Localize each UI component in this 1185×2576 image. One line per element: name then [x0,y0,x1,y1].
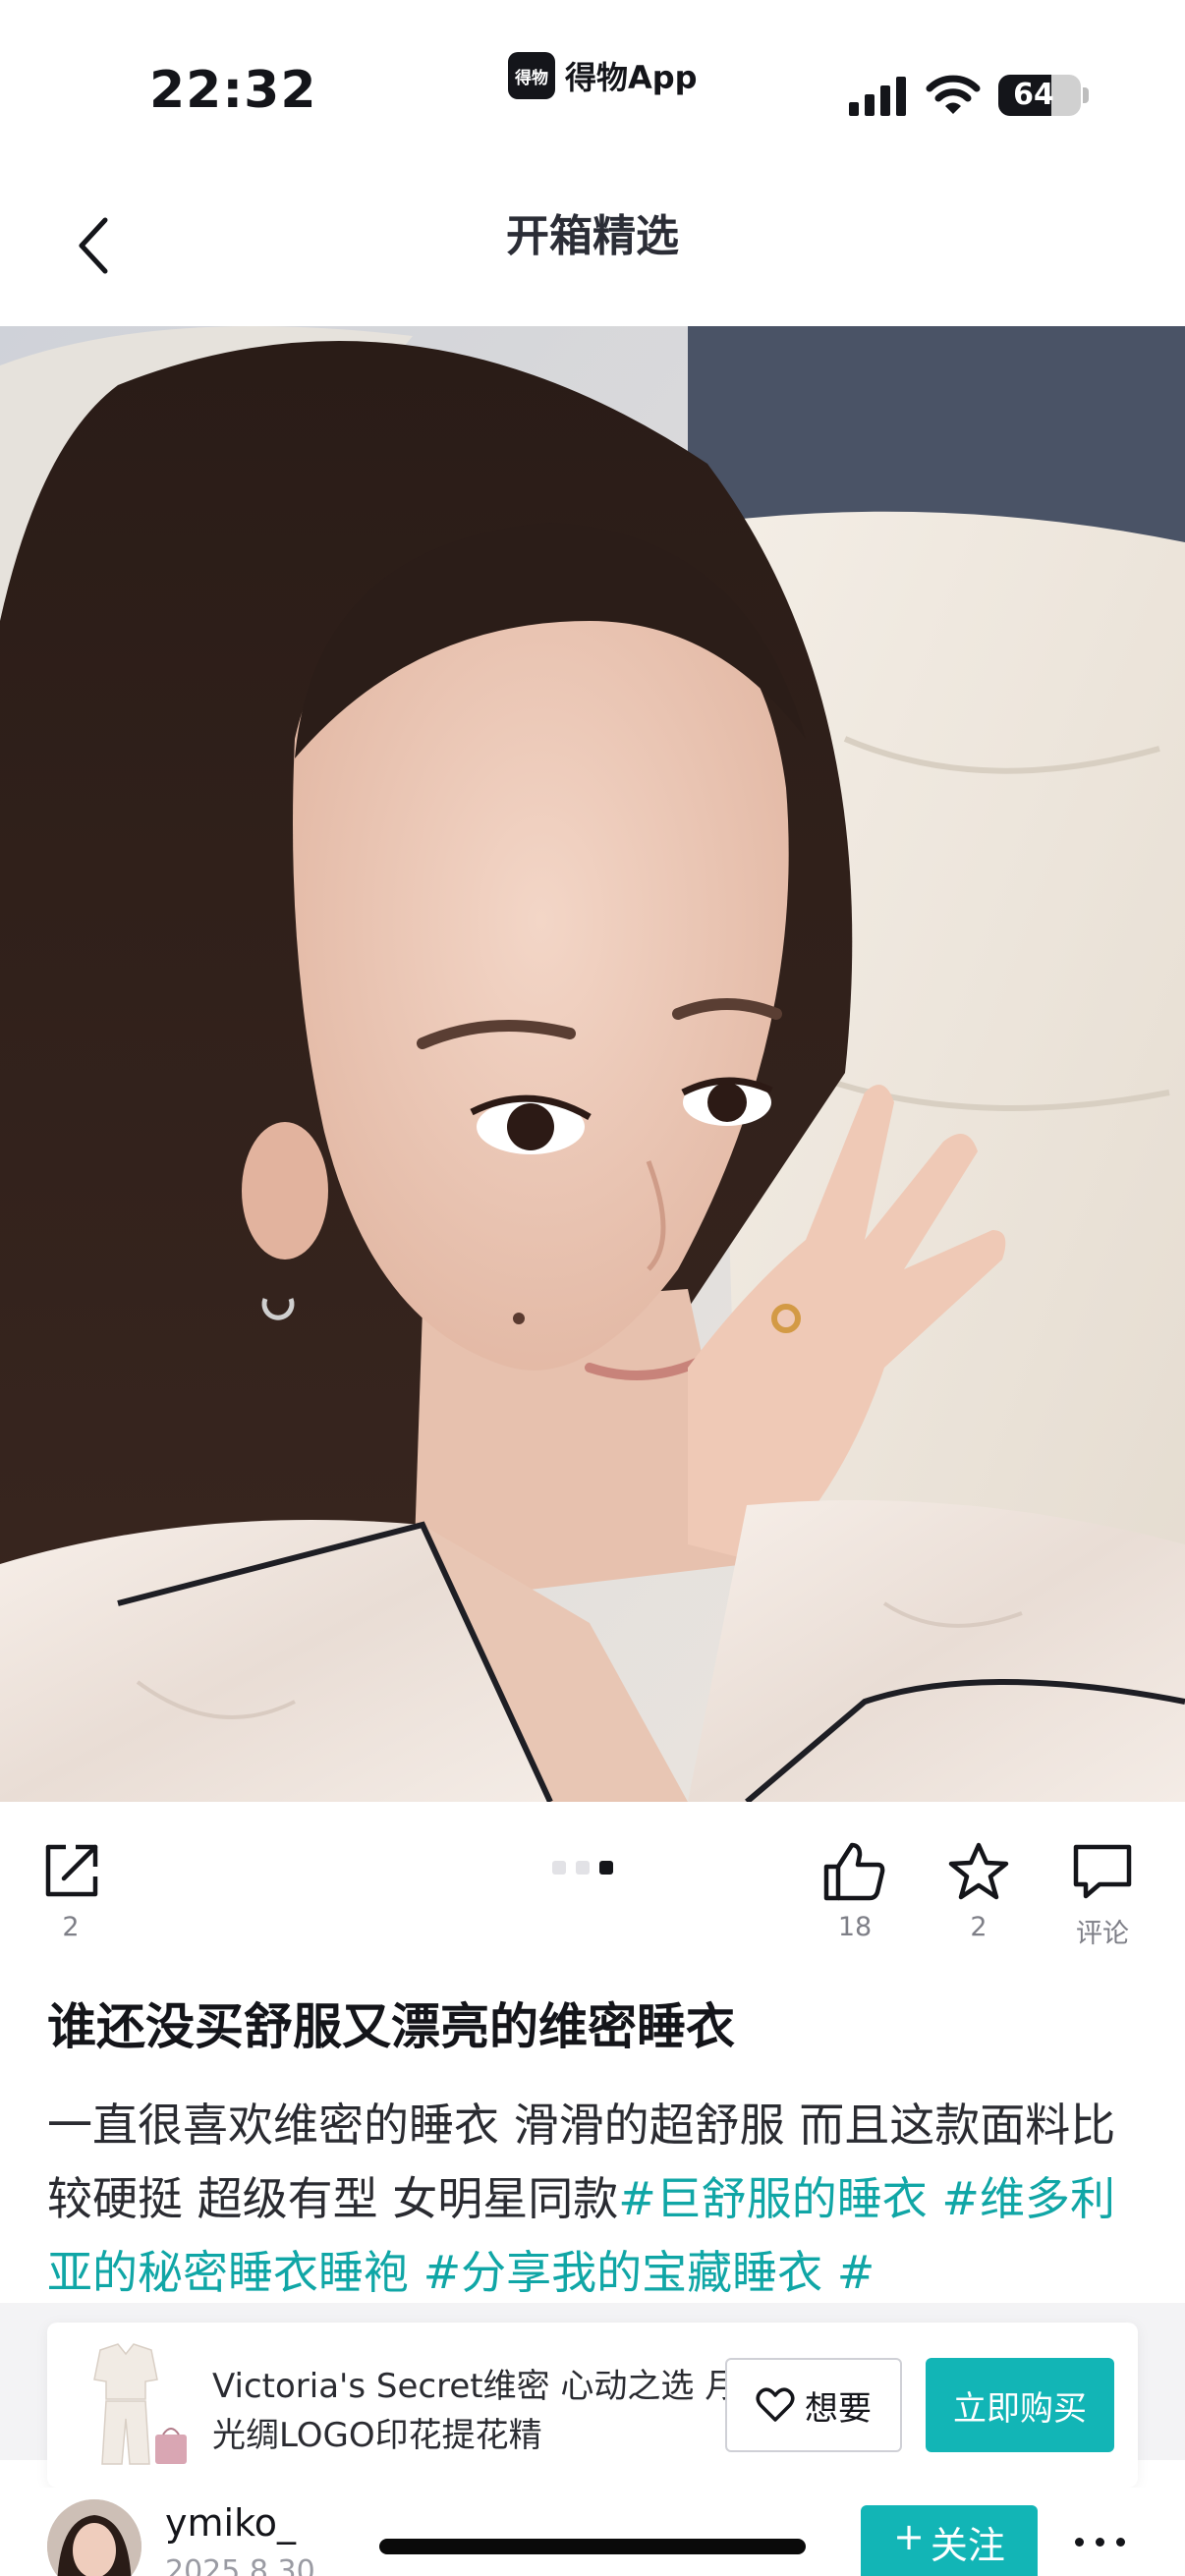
page-title: 开箱精选 [506,211,679,261]
want-label: 想要 [805,2388,872,2429]
status-bar: 22:32 得物 得物App 64 [0,0,1185,167]
share-icon [45,1844,98,1897]
product-name: Victoria's Secret维密 心动之选 月光绸LOGO印花提花精 [212,2367,739,2455]
carousel-dot [599,1861,613,1875]
product-card[interactable]: Victoria's Secret维密 心动之选 月光绸LOGO印花提花精 想要… [47,2323,1138,2488]
like-button[interactable]: 18 [816,1841,894,1942]
home-indicator [379,2539,806,2554]
status-time: 22:32 [149,61,317,120]
app-logo-icon: 得物 [508,52,555,99]
avatar[interactable] [47,2499,141,2576]
follow-button[interactable]: + 关注 [861,2505,1038,2576]
like-count: 18 [837,1912,873,1942]
wifi-icon [926,75,981,114]
hashtag[interactable]: # [837,2246,875,2299]
photo-illustration [0,326,1185,1802]
plus-icon: + [893,2515,925,2558]
thumbs-up-icon [823,1842,885,1901]
share-button[interactable]: 2 [31,1841,110,1942]
nav-bar: 开箱精选 [0,167,1185,326]
buy-now-button[interactable]: 立即购买 [926,2358,1114,2452]
heart-icon [756,2387,795,2422]
chevron-left-icon [79,217,108,274]
hashtag[interactable]: #分享我的宝藏睡衣 [423,2246,823,2299]
favorite-count: 2 [970,1912,988,1942]
comment-icon [1073,1844,1132,1899]
more-dot-icon [1075,2537,1084,2547]
star-icon [948,1842,1009,1900]
more-dot-icon [1096,2537,1104,2547]
product-thumbnail [67,2340,195,2470]
favorite-button[interactable]: 2 [939,1841,1018,1942]
comment-label: 评论 [1076,1919,1129,1949]
post-date: 2025.8.30 [165,2554,315,2576]
carousel-dot [552,1861,566,1875]
author-bar: ymiko_ 2025.8.30 + 关注 [0,2488,1185,2576]
post-title: 谁还没买舒服又漂亮的维密睡衣 [47,1998,735,2055]
battery-percent: 64 [1013,78,1054,112]
back-button[interactable] [59,206,128,285]
share-count: 2 [62,1912,80,1942]
more-options-button[interactable] [1075,2527,1144,2556]
more-dot-icon [1116,2537,1125,2547]
carousel-dot [576,1861,590,1875]
hashtag[interactable]: #巨舒服的睡衣 [618,2172,928,2225]
follow-label: 关注 [930,2524,1005,2567]
post-body: 一直很喜欢维密的睡衣 滑滑的超舒服 而且这款面料比较硬挺 超级有型 女明星同款#… [47,2089,1148,2310]
action-row: 2 18 2 评论 [0,1802,1185,1949]
status-app-label: 得物App [565,59,698,96]
comment-button[interactable]: 评论 [1063,1841,1142,1950]
post-photo[interactable] [0,326,1185,1802]
author-name[interactable]: ymiko_ [165,2501,296,2545]
status-app-indicator[interactable]: 得物 得物App [508,51,698,100]
want-button[interactable]: 想要 [725,2358,902,2452]
cellular-signal-icon [849,77,906,116]
avatar-image [47,2499,141,2576]
battery-icon: 64 [998,75,1081,116]
battery-cap [1083,87,1089,103]
carousel-indicator [552,1861,613,1875]
